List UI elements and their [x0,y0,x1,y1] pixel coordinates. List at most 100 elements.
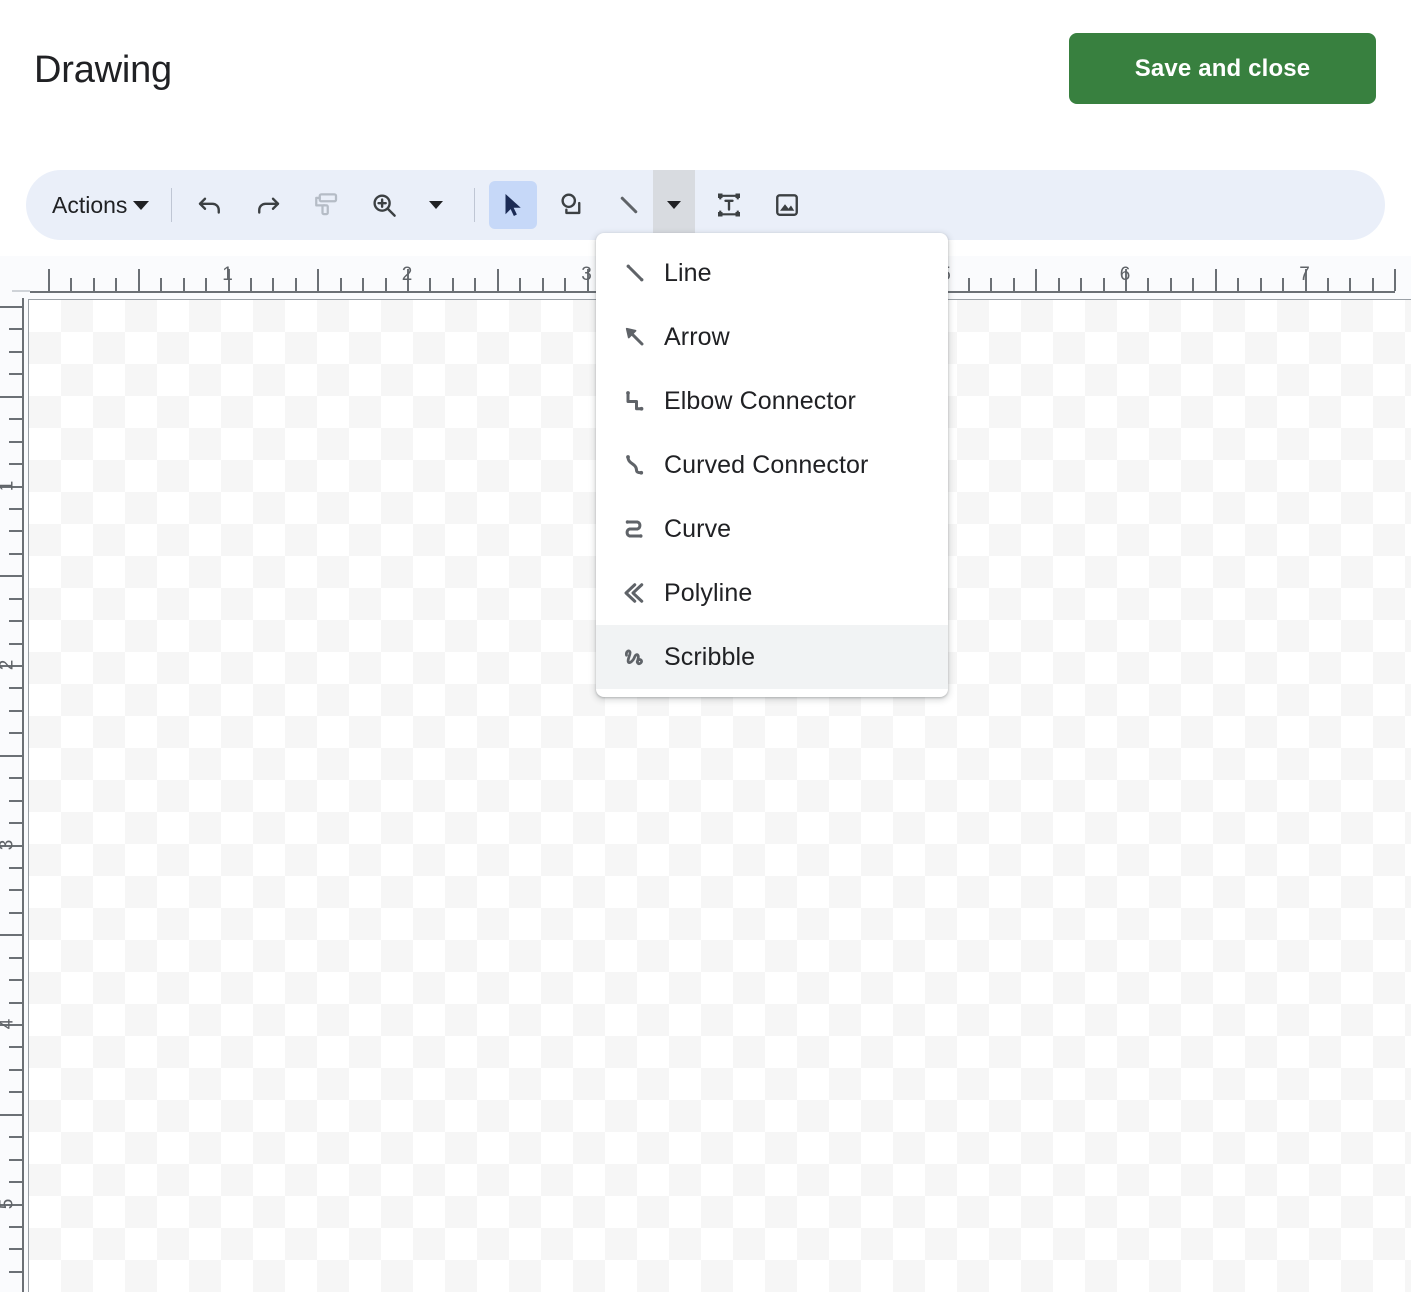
ruler-tick [1080,278,1083,291]
cursor-arrow-icon [505,194,522,216]
ruler-tick [92,278,95,291]
ruler-tick [9,328,22,331]
redo-button[interactable] [244,181,292,229]
ruler-tick [9,732,22,735]
ruler-label: 3 [0,839,18,850]
menu-item-label: Elbow Connector [664,386,856,415]
ruler-tick [9,911,22,914]
ruler-tick [9,799,22,802]
ruler-tick [1192,278,1195,291]
ruler-tick [9,373,22,376]
ruler-tick [451,278,454,291]
image-icon [776,194,799,216]
chevron-down-icon [667,201,682,209]
ruler-tick [474,278,477,291]
ruler-tick [9,709,22,712]
arrow-icon [620,322,664,352]
line-icon [621,196,638,214]
ruler-label: 1 [0,480,18,491]
ruler-tick [9,418,22,421]
line-dropdown-button[interactable] [653,170,696,240]
ruler-tick [1349,278,1352,291]
save-and-close-button[interactable]: Save and close [1069,33,1376,104]
zoom-dropdown-button[interactable] [412,181,460,229]
ruler-tick [339,278,342,291]
ruler-tick [9,687,22,690]
menu-item-elbow-connector[interactable]: Elbow Connector [596,369,948,433]
ruler-tick [205,278,208,291]
shapes-icon [561,193,581,215]
shape-tool-button[interactable] [547,181,595,229]
ruler-tick [9,620,22,623]
menu-item-arrow[interactable]: Arrow [596,305,948,369]
ruler-label: 7 [1299,264,1310,285]
ruler-tick [519,278,522,291]
toolbar-divider [171,188,173,222]
toolbar-divider [474,188,476,222]
ruler-tick [496,269,499,291]
ruler-tick [115,278,118,291]
paint-format-button[interactable] [302,181,350,229]
ruler-tick [1326,278,1329,291]
ruler-tick [1237,278,1240,291]
zoom-in-icon [373,194,397,217]
undo-icon [199,197,221,214]
menu-item-line[interactable]: Line [596,241,948,305]
actions-menu-button[interactable]: Actions [40,181,157,229]
ruler-tick [967,278,970,291]
drawing-toolbar: Actions [26,170,1385,240]
chevron-down-icon [133,200,150,210]
menu-item-curved-connector[interactable]: Curved Connector [596,433,948,497]
ruler-tick [1259,278,1262,291]
line-tool-button[interactable] [605,181,653,229]
ruler-tick [1035,269,1038,291]
menu-item-label: Scribble [664,642,756,671]
ruler-tick [1214,269,1217,291]
ruler-tick [9,979,22,982]
ruler-tick [182,278,185,291]
curved-connector-icon [620,450,664,480]
ruler-tick [9,597,22,600]
text-box-button[interactable] [705,181,753,229]
ruler-tick [9,1136,22,1139]
menu-item-curve[interactable]: Curve [596,497,948,561]
ruler-tick [429,278,432,291]
menu-item-scribble[interactable]: Scribble [596,625,948,689]
menu-item-polyline[interactable]: Polyline [596,561,948,625]
menu-item-label: Line [664,258,712,287]
ruler-tick [272,278,275,291]
insert-image-button[interactable] [763,181,811,229]
ruler-tick [9,889,22,892]
ruler-label: 1 [222,264,233,285]
ruler-tick [9,1068,22,1071]
ruler-tick [9,507,22,510]
ruler-tick [249,278,252,291]
ruler-tick [9,642,22,645]
scribble-icon [620,642,664,672]
ruler-tick [9,1046,22,1049]
chevron-down-icon [429,201,444,209]
menu-item-label: Curve [664,514,732,543]
zoom-button[interactable] [360,181,408,229]
ruler-tick [564,278,567,291]
ruler-tick [362,278,365,291]
ruler-tick [1147,278,1150,291]
undo-button[interactable] [186,181,234,229]
elbow-connector-icon [620,386,664,416]
ruler-tick [317,269,320,291]
ruler-tick [70,278,73,291]
ruler-tick [9,1181,22,1184]
ruler-tick [0,934,22,937]
menu-item-label: Polyline [664,578,753,607]
ruler-tick [9,777,22,780]
text-box-icon [718,193,741,217]
select-tool-button[interactable] [489,181,538,229]
paint-roller-icon [315,193,338,216]
ruler-tick [1012,278,1015,291]
ruler-tick [1169,278,1172,291]
ruler-baseline [22,298,24,1292]
ruler-label: 6 [1119,264,1131,285]
ruler-label: 5 [0,1198,18,1209]
page-title: Drawing [34,49,172,91]
ruler-tick [0,395,22,398]
